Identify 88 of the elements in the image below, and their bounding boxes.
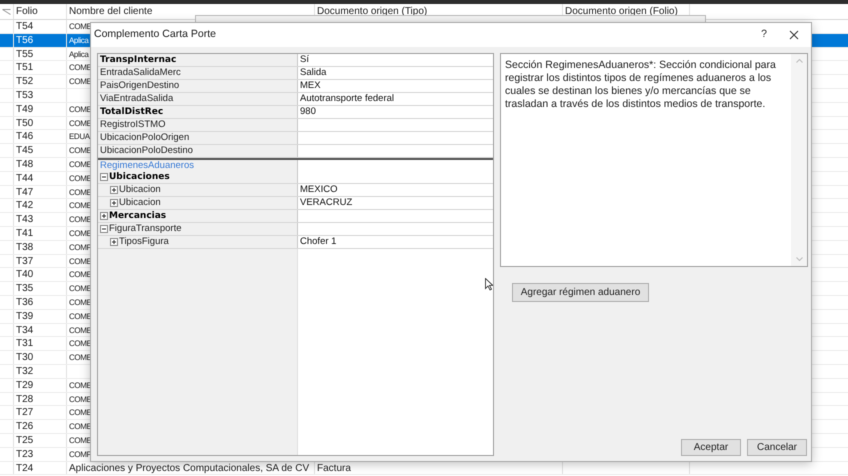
property-name[interactable]: Ubicacion <box>119 198 161 208</box>
folio-text: T46 <box>16 131 34 142</box>
property-value: Autotransporte federal <box>300 94 394 104</box>
client-name: COME <box>69 312 92 321</box>
folio-text: T32 <box>16 366 34 377</box>
client-name: COME <box>69 256 92 266</box>
folio-text: T43 <box>16 214 34 226</box>
client-name: COME <box>69 408 92 418</box>
expand-icon[interactable] <box>100 212 108 220</box>
client-name: COME <box>69 270 92 280</box>
window-title: Complemento Carta Porte <box>94 27 216 42</box>
folio-text: T51 <box>16 62 34 74</box>
client-name: COME <box>69 228 92 238</box>
collapse-icon[interactable] <box>100 225 108 233</box>
folio-text: T27 <box>16 407 34 418</box>
folio-text: T52 <box>16 76 34 88</box>
folio-text: T49 <box>16 104 34 115</box>
client-name: COME <box>69 146 92 156</box>
folio-text: T25 <box>16 434 34 446</box>
client-name: COME <box>69 394 92 404</box>
client-name: COME <box>69 63 92 72</box>
client-name: COME <box>69 118 92 128</box>
dialog-button[interactable]: Cancelar <box>747 439 807 456</box>
client-name: COME <box>69 380 92 390</box>
property-value: 980 <box>300 107 316 117</box>
client-name: COME <box>69 353 92 362</box>
folio-text: T37 <box>16 256 34 267</box>
folio-text: T47 <box>16 186 34 198</box>
property-name[interactable]: Ubicacion <box>119 185 161 195</box>
property-value: Chofer 1 <box>300 237 336 247</box>
folio-text: T45 <box>16 145 34 156</box>
folio-text: T26 <box>16 421 34 432</box>
expand-icon[interactable] <box>110 238 118 246</box>
client-name: Aplica <box>69 36 88 45</box>
client-name: EDUA <box>69 132 90 142</box>
folio-text: T48 <box>16 158 34 170</box>
property-value: VERACRUZ <box>300 198 352 208</box>
folio-text: T35 <box>16 283 34 294</box>
dialog-button[interactable]: Aceptar <box>681 439 741 456</box>
collapse-icon[interactable] <box>100 173 108 181</box>
client-name: COME <box>69 160 92 169</box>
document-type: Factura <box>317 462 351 474</box>
close-icon[interactable] <box>789 30 799 40</box>
property-value: MEXICO <box>300 185 338 195</box>
client-name: Aplicaciones y Proyectos Computacionales, SA de CV <box>69 462 310 474</box>
folio-text: T39 <box>16 310 34 322</box>
client-name: COME <box>69 298 92 307</box>
folio-text: T24 <box>16 462 34 474</box>
client-name: COME <box>69 174 92 183</box>
client-name: COME <box>69 188 92 197</box>
help-button[interactable]: ? <box>753 27 775 43</box>
folio-text: T54 <box>16 21 34 32</box>
folio-text: T41 <box>16 228 34 239</box>
client-name: COME <box>69 326 92 335</box>
property-value: Sí <box>300 55 309 65</box>
folio-text: T23 <box>16 448 34 460</box>
client-name: COME <box>69 77 92 86</box>
folio-text: T44 <box>16 172 34 184</box>
folio-text: T38 <box>16 242 34 253</box>
folio-text: T55 <box>16 48 34 60</box>
folio-text: T29 <box>16 380 34 391</box>
column-header[interactable]: Folio <box>14 4 67 19</box>
expand-icon[interactable] <box>110 186 118 194</box>
folio-text: T40 <box>16 269 34 280</box>
folio-text: T53 <box>16 90 34 101</box>
folio-text: T34 <box>16 324 34 336</box>
folio-text: T42 <box>16 200 34 212</box>
description-text: Sección RegimenesAduaneros*: Sección condicional para registrar los distintos tipos de regímenes aduaneros a los cuales se destinan los bienes y/o mercancías que se trasladan a través de los distintos medios de transporte. <box>504 58 777 112</box>
client-name: COME <box>69 201 92 210</box>
client-name: COME <box>69 436 92 445</box>
client-name: COME <box>69 22 92 31</box>
expand-icon[interactable] <box>110 199 118 207</box>
add-regime-button[interactable]: Agregar régimen aduanero <box>512 283 649 302</box>
folio-text: T28 <box>16 394 34 405</box>
client-name: COME <box>69 422 92 432</box>
client-name: COME <box>69 215 92 224</box>
client-name: Aplica <box>69 50 88 59</box>
folio-text: T36 <box>16 296 34 308</box>
folio-text: T30 <box>16 352 34 364</box>
client-name: COME <box>69 284 92 294</box>
folio-text: T50 <box>16 118 34 129</box>
folio-text: T31 <box>16 338 34 350</box>
property-value: Salida <box>300 68 326 78</box>
sort-icon[interactable] <box>2 8 11 14</box>
client-name: COME <box>69 339 92 348</box>
folio-text: T56 <box>16 34 34 46</box>
client-name: COME <box>69 104 92 114</box>
property-value: MEX <box>300 81 321 91</box>
